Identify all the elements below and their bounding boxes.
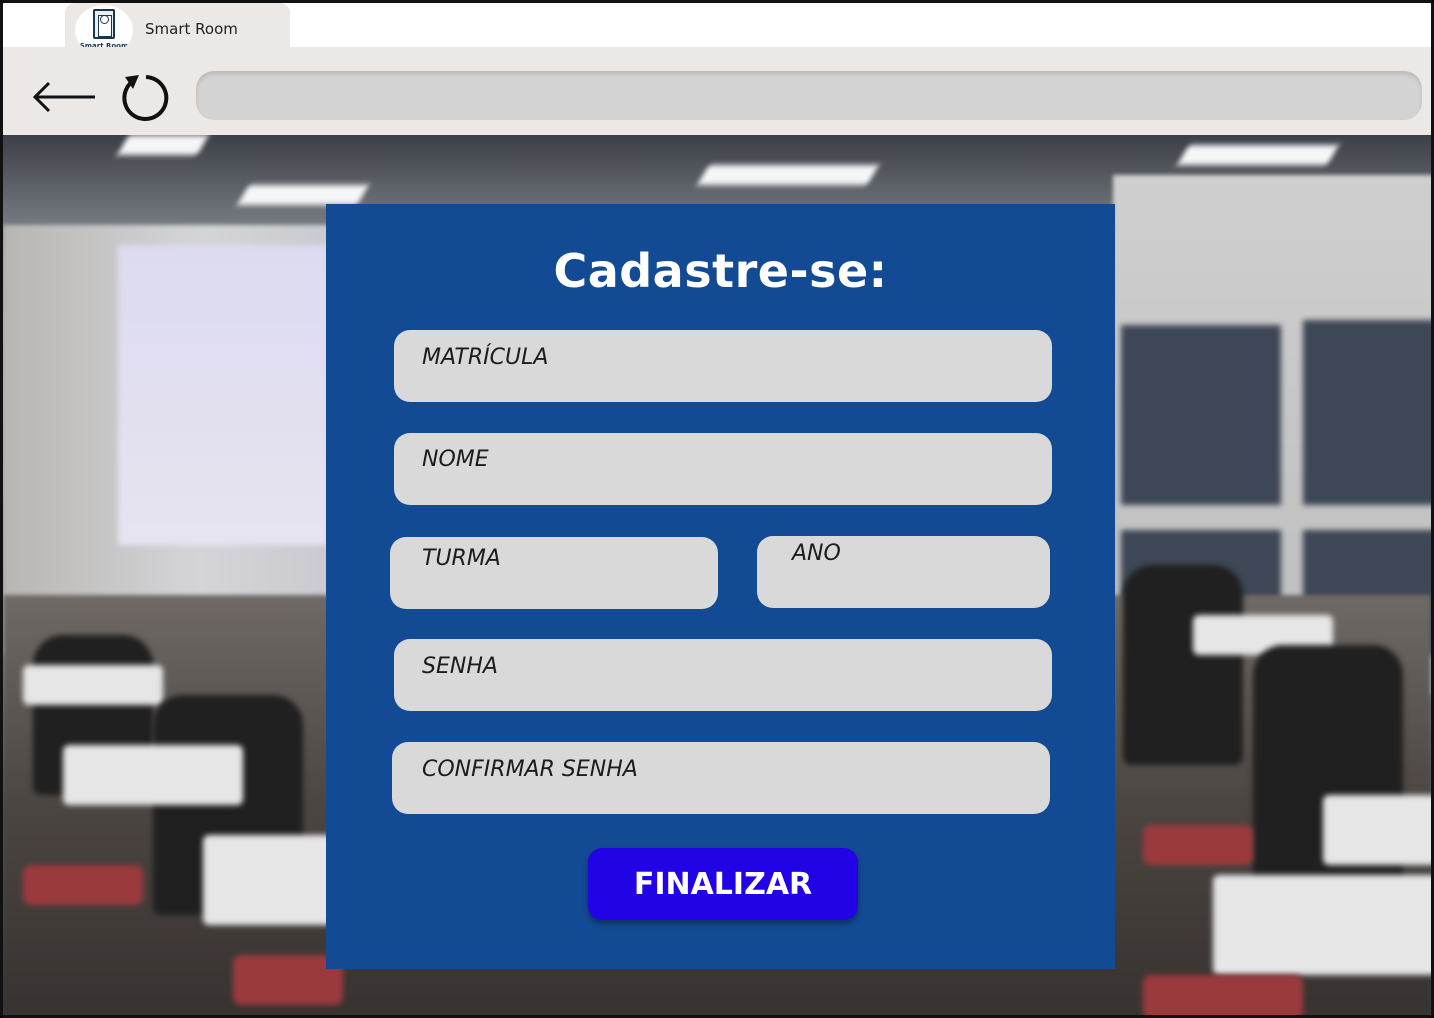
- nome-field[interactable]: [394, 433, 1052, 505]
- browser-window: Smart Room Smart Room Cadastre-se: MATRÍ…: [0, 0, 1434, 1018]
- senha-field[interactable]: [394, 639, 1052, 711]
- reload-button[interactable]: [119, 71, 173, 125]
- signup-form-panel: Cadastre-se: MATRÍCULA NOME TURMA ANO SE…: [326, 204, 1115, 969]
- tab-smart-room[interactable]: Smart Room Smart Room: [65, 3, 290, 55]
- reload-icon: [122, 75, 169, 121]
- turma-field[interactable]: [390, 537, 718, 609]
- matricula-field[interactable]: [394, 330, 1052, 402]
- tab-title: Smart Room: [145, 20, 238, 38]
- clock-icon: [100, 15, 109, 24]
- address-bar[interactable]: [196, 71, 1422, 120]
- confirmar-senha-field[interactable]: [392, 742, 1050, 814]
- browser-toolbar: [3, 47, 1431, 135]
- door-icon: [93, 9, 115, 39]
- form-title: Cadastre-se:: [553, 244, 888, 298]
- tab-strip: Smart Room Smart Room: [3, 3, 1431, 55]
- ano-field[interactable]: [757, 536, 1050, 608]
- arrow-left-icon: [32, 81, 95, 113]
- back-button[interactable]: [31, 75, 99, 119]
- finalizar-button[interactable]: FINALIZAR: [588, 848, 858, 920]
